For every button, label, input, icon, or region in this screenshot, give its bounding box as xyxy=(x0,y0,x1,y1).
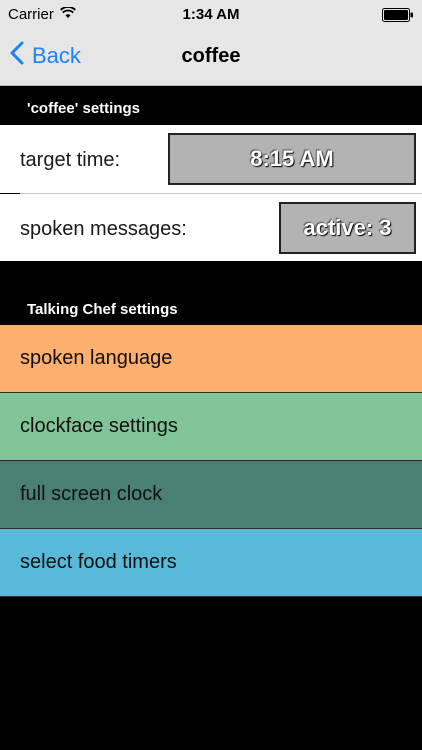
item-settings-header: 'coffee' settings xyxy=(0,100,422,124)
menu-item-select-food-timers[interactable]: select food timers xyxy=(0,529,422,597)
target-time-row: target time: 8:15 AM xyxy=(0,125,422,193)
spoken-messages-button[interactable]: active: 3 xyxy=(279,202,416,254)
spoken-messages-label: spoken messages: xyxy=(20,218,187,240)
status-time: 1:34 AM xyxy=(182,6,240,23)
app-settings-header-label: Talking Chef settings xyxy=(27,301,178,318)
menu-item-full-screen-clock[interactable]: full screen clock xyxy=(0,461,422,529)
battery-icon xyxy=(382,8,414,22)
item-settings-header-label: 'coffee' settings xyxy=(27,100,140,117)
menu-item-clockface-settings[interactable]: clockface settings xyxy=(0,393,422,461)
menu-item-label: spoken language xyxy=(20,347,173,369)
spoken-messages-row: spoken messages: active: 3 xyxy=(0,194,422,261)
status-bar: Carrier 1:34 AM xyxy=(0,0,422,30)
target-time-button[interactable]: 8:15 AM xyxy=(168,133,416,185)
menu-item-spoken-language[interactable]: spoken language xyxy=(0,325,422,393)
page-title: coffee xyxy=(181,45,241,67)
navigation-bar: Back coffee xyxy=(0,30,422,86)
menu-item-label: clockface settings xyxy=(20,415,178,437)
target-time-label: target time: xyxy=(20,149,121,171)
menu-item-label: full screen clock xyxy=(20,483,163,505)
menu-item-label: select food timers xyxy=(20,551,177,573)
app-settings-header: Talking Chef settings xyxy=(0,301,422,325)
